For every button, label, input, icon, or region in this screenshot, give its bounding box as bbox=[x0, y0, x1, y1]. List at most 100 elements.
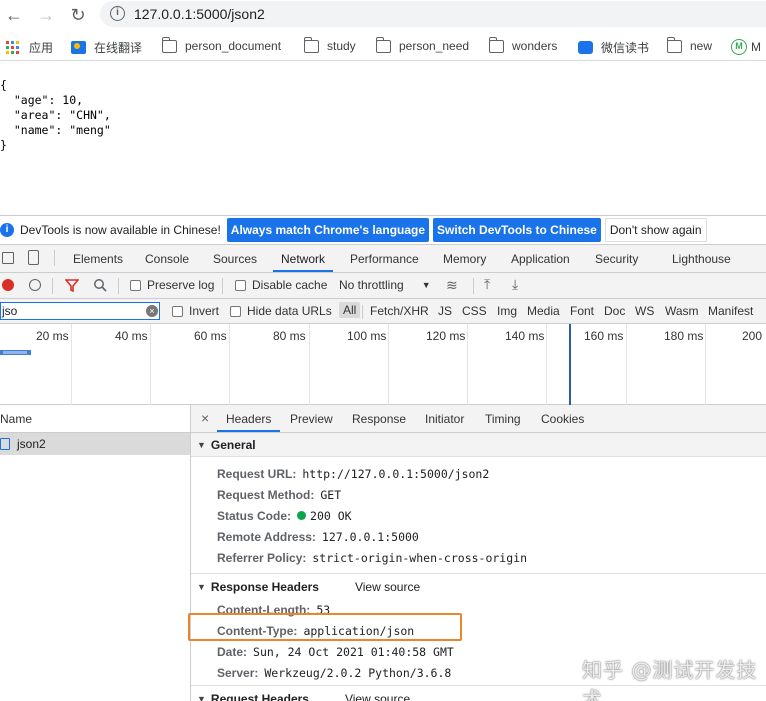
tab-timing[interactable]: Timing bbox=[485, 412, 521, 426]
tab-cookies[interactable]: Cookies bbox=[541, 412, 584, 426]
timeline-tick-label: 40 ms bbox=[115, 329, 148, 343]
switch-to-chinese-button[interactable]: Switch DevTools to Chinese bbox=[433, 218, 601, 242]
timeline-gridline bbox=[388, 324, 389, 405]
json-line: { bbox=[0, 78, 7, 92]
reload-icon[interactable]: ↻ bbox=[67, 4, 89, 26]
filter-type-ws[interactable]: WS bbox=[635, 304, 654, 318]
header-row: Referrer Policy: strict-origin-when-cross… bbox=[191, 547, 766, 568]
tab-application[interactable]: Application bbox=[511, 252, 570, 266]
close-icon[interactable]: × bbox=[201, 410, 209, 426]
timeline-tick-label: 100 ms bbox=[347, 329, 387, 343]
tab-performance[interactable]: Performance bbox=[350, 252, 419, 266]
tab-memory[interactable]: Memory bbox=[443, 252, 486, 266]
bookmark-translate[interactable]: 在线翻译 bbox=[71, 39, 142, 56]
timeline-gridline bbox=[626, 324, 627, 405]
tab-sources[interactable]: Sources bbox=[213, 252, 257, 266]
filter-type-media[interactable]: Media bbox=[527, 304, 560, 318]
disable-cache-checkbox[interactable]: Disable cache bbox=[235, 278, 327, 292]
hide-data-urls-checkbox[interactable]: Hide data URLs bbox=[230, 304, 332, 318]
tab-initiator[interactable]: Initiator bbox=[425, 412, 464, 426]
bookmark-wonders[interactable]: wonders bbox=[489, 36, 557, 53]
translate-icon bbox=[71, 41, 86, 54]
header-key: Request Method: bbox=[217, 487, 315, 502]
network-conditions-icon[interactable]: ≋ bbox=[446, 277, 458, 294]
bookmark-apps[interactable]: 应用 bbox=[6, 39, 53, 56]
filter-type-doc[interactable]: Doc bbox=[604, 304, 625, 318]
back-arrow-icon[interactable]: ← bbox=[3, 4, 25, 26]
filter-type-css[interactable]: CSS bbox=[462, 304, 487, 318]
export-har-icon[interactable]: ⤓ bbox=[512, 276, 518, 293]
site-info-icon[interactable]: i bbox=[110, 6, 125, 21]
checkbox[interactable] bbox=[172, 305, 183, 317]
general-section: Request URL: http://127.0.0.1:5000/json2 … bbox=[191, 457, 766, 568]
address-bar[interactable]: i 127.0.0.1:5000/json2 bbox=[100, 1, 766, 27]
header-value: 127.0.0.1:5000 bbox=[321, 529, 419, 544]
checkbox[interactable] bbox=[130, 279, 141, 291]
header-row: Request URL: http://127.0.0.1:5000/json2 bbox=[191, 463, 766, 484]
header-row: Status Code: 200 OK bbox=[191, 505, 766, 526]
divider bbox=[118, 278, 119, 294]
section-title: Response Headers bbox=[210, 579, 319, 594]
filter-type-font[interactable]: Font bbox=[570, 304, 594, 318]
clear-icon[interactable] bbox=[29, 279, 41, 291]
bookmark-new[interactable]: new bbox=[667, 36, 712, 53]
filter-input[interactable]: jso bbox=[0, 302, 160, 320]
view-source-link[interactable]: View source bbox=[355, 580, 420, 594]
filter-type-fetch-xhr[interactable]: Fetch/XHR bbox=[370, 304, 429, 318]
invert-checkbox[interactable]: Invert bbox=[172, 304, 219, 318]
tab-preview[interactable]: Preview bbox=[290, 412, 333, 426]
tab-elements[interactable]: Elements bbox=[73, 252, 123, 266]
network-overview-timeline[interactable]: 20 ms 40 ms 60 ms 80 ms 100 ms 120 ms 14… bbox=[0, 324, 766, 405]
folder-icon bbox=[376, 36, 391, 53]
filter-type-all[interactable]: All bbox=[339, 302, 361, 318]
weread-icon bbox=[578, 41, 593, 54]
filter-type-img[interactable]: Img bbox=[497, 304, 517, 318]
header-key: Server: bbox=[217, 665, 259, 680]
forward-arrow-icon[interactable]: → bbox=[35, 4, 57, 26]
general-section-header[interactable]: ▼ General bbox=[191, 433, 766, 457]
tab-lighthouse[interactable]: Lighthouse bbox=[672, 252, 731, 266]
search-icon[interactable] bbox=[93, 278, 107, 295]
tab-security[interactable]: Security bbox=[595, 252, 638, 266]
filter-type-js[interactable]: JS bbox=[438, 304, 452, 318]
section-title: Request Headers bbox=[210, 691, 309, 701]
bookmark-study[interactable]: study bbox=[304, 36, 356, 53]
browser-toolbar: ← → ↻ i 127.0.0.1:5000/json2 bbox=[0, 0, 766, 30]
preserve-log-label: Preserve log bbox=[147, 278, 215, 292]
page-content: { "age": 10, "area": "CHN", "name": "men… bbox=[0, 62, 766, 214]
bookmark-m[interactable]: M M bbox=[731, 39, 761, 55]
inspect-element-icon[interactable] bbox=[2, 252, 14, 264]
header-key: Remote Address: bbox=[217, 529, 316, 544]
match-language-button[interactable]: Always match Chrome's language bbox=[226, 218, 430, 242]
bookmark-label: person_document bbox=[185, 39, 282, 53]
clear-filter-icon[interactable]: × bbox=[146, 305, 158, 317]
timeline-tick-label: 80 ms bbox=[273, 329, 306, 343]
device-toolbar-icon[interactable] bbox=[28, 250, 39, 265]
header-key: Content-Type: bbox=[217, 623, 298, 638]
bookmark-person-need[interactable]: person_need bbox=[376, 36, 469, 53]
url-text[interactable]: 127.0.0.1:5000/json2 bbox=[134, 6, 265, 22]
tab-response[interactable]: Response bbox=[352, 412, 406, 426]
request-row[interactable]: json2 bbox=[0, 433, 190, 455]
response-headers-section-header[interactable]: ▼ Response Headers View source bbox=[191, 573, 766, 599]
tab-console[interactable]: Console bbox=[145, 252, 189, 266]
bookmark-weread[interactable]: 微信读书 bbox=[578, 39, 649, 56]
tab-network[interactable]: Network bbox=[272, 252, 334, 272]
name-column-header[interactable]: Name bbox=[0, 405, 190, 433]
record-icon[interactable] bbox=[2, 279, 14, 291]
checkbox[interactable] bbox=[230, 305, 241, 317]
filter-type-manifest[interactable]: Manifest bbox=[708, 304, 753, 318]
import-har-icon[interactable]: ⤒ bbox=[484, 276, 490, 293]
header-key: Referrer Policy: bbox=[217, 550, 307, 565]
json-line: "area": "CHN", bbox=[0, 108, 111, 122]
tab-headers[interactable]: Headers bbox=[216, 412, 281, 432]
checkbox[interactable] bbox=[235, 279, 246, 291]
status-ok-icon bbox=[297, 511, 307, 520]
preserve-log-checkbox[interactable]: Preserve log bbox=[130, 278, 214, 292]
throttling-select[interactable]: No throttling ▼ bbox=[339, 278, 431, 292]
view-source-link[interactable]: View source bbox=[345, 692, 410, 701]
dont-show-again-button[interactable]: Don't show again bbox=[604, 218, 707, 242]
bookmark-person-document[interactable]: person_document bbox=[162, 36, 282, 53]
filter-type-wasm[interactable]: Wasm bbox=[665, 304, 699, 318]
filter-icon[interactable] bbox=[64, 278, 80, 295]
